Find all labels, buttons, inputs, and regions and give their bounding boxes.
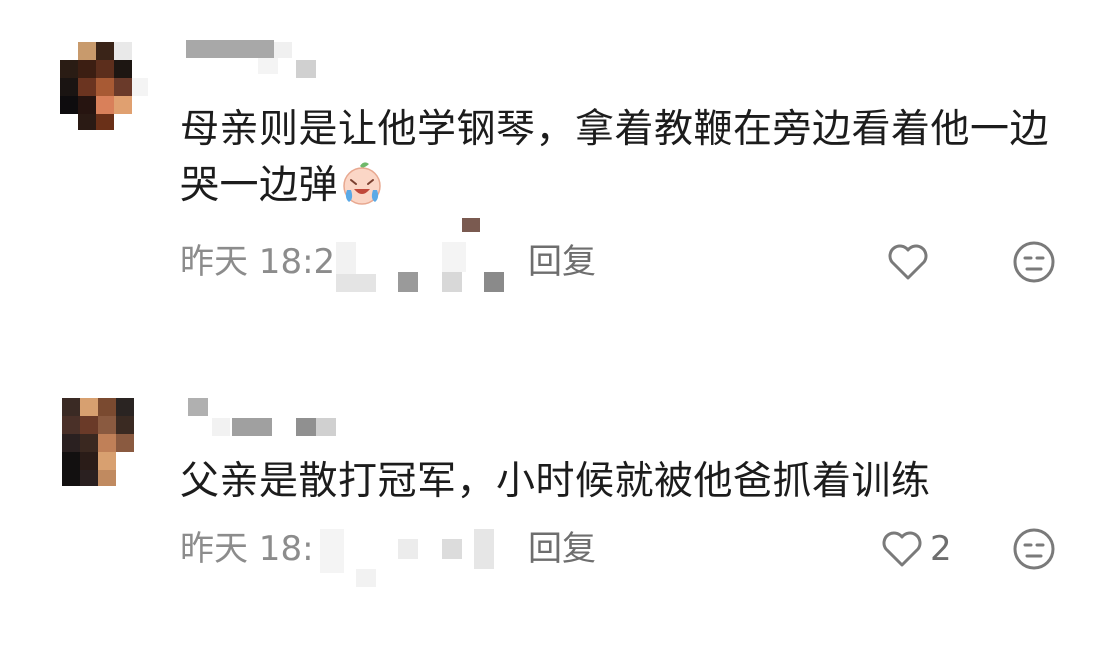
like-button[interactable] — [886, 238, 936, 286]
comment-text: 父亲是散打冠军，小时候就被他爸抓着训练 — [180, 459, 931, 504]
like-count: 2 — [930, 529, 952, 569]
reply-button[interactable]: 回复 — [528, 238, 596, 286]
meh-face-icon[interactable] — [1012, 240, 1056, 284]
avatar[interactable] — [60, 42, 148, 130]
timestamp: 昨天 18:2 — [180, 242, 336, 282]
reply-button[interactable]: 回复 — [528, 525, 596, 573]
comment-text: 母亲则是让他学钢琴，拿着教鞭在旁边看着他一边哭一边弹 — [180, 107, 1050, 208]
comment-meta: 昨天 18: 回复 2 — [180, 525, 1080, 587]
comment-item: 父亲是散打冠军，小时候就被他爸抓着训练 昨天 18: 回复 2 — [0, 360, 1120, 656]
like-button[interactable]: 2 — [880, 525, 952, 573]
meh-face-icon[interactable] — [1012, 527, 1056, 571]
heart-outline-icon — [882, 531, 922, 567]
comment-item: 母亲则是让他学钢琴，拿着教鞭在旁边看着他一边哭一边弹 昨天 18:2 回复 — [0, 0, 1120, 330]
avatar[interactable] — [62, 398, 150, 486]
crying-laugh-emoji-icon — [338, 160, 386, 208]
timestamp: 昨天 18: — [180, 529, 314, 569]
heart-outline-icon — [888, 244, 928, 280]
comment-meta: 昨天 18:2 回复 — [180, 218, 1080, 292]
